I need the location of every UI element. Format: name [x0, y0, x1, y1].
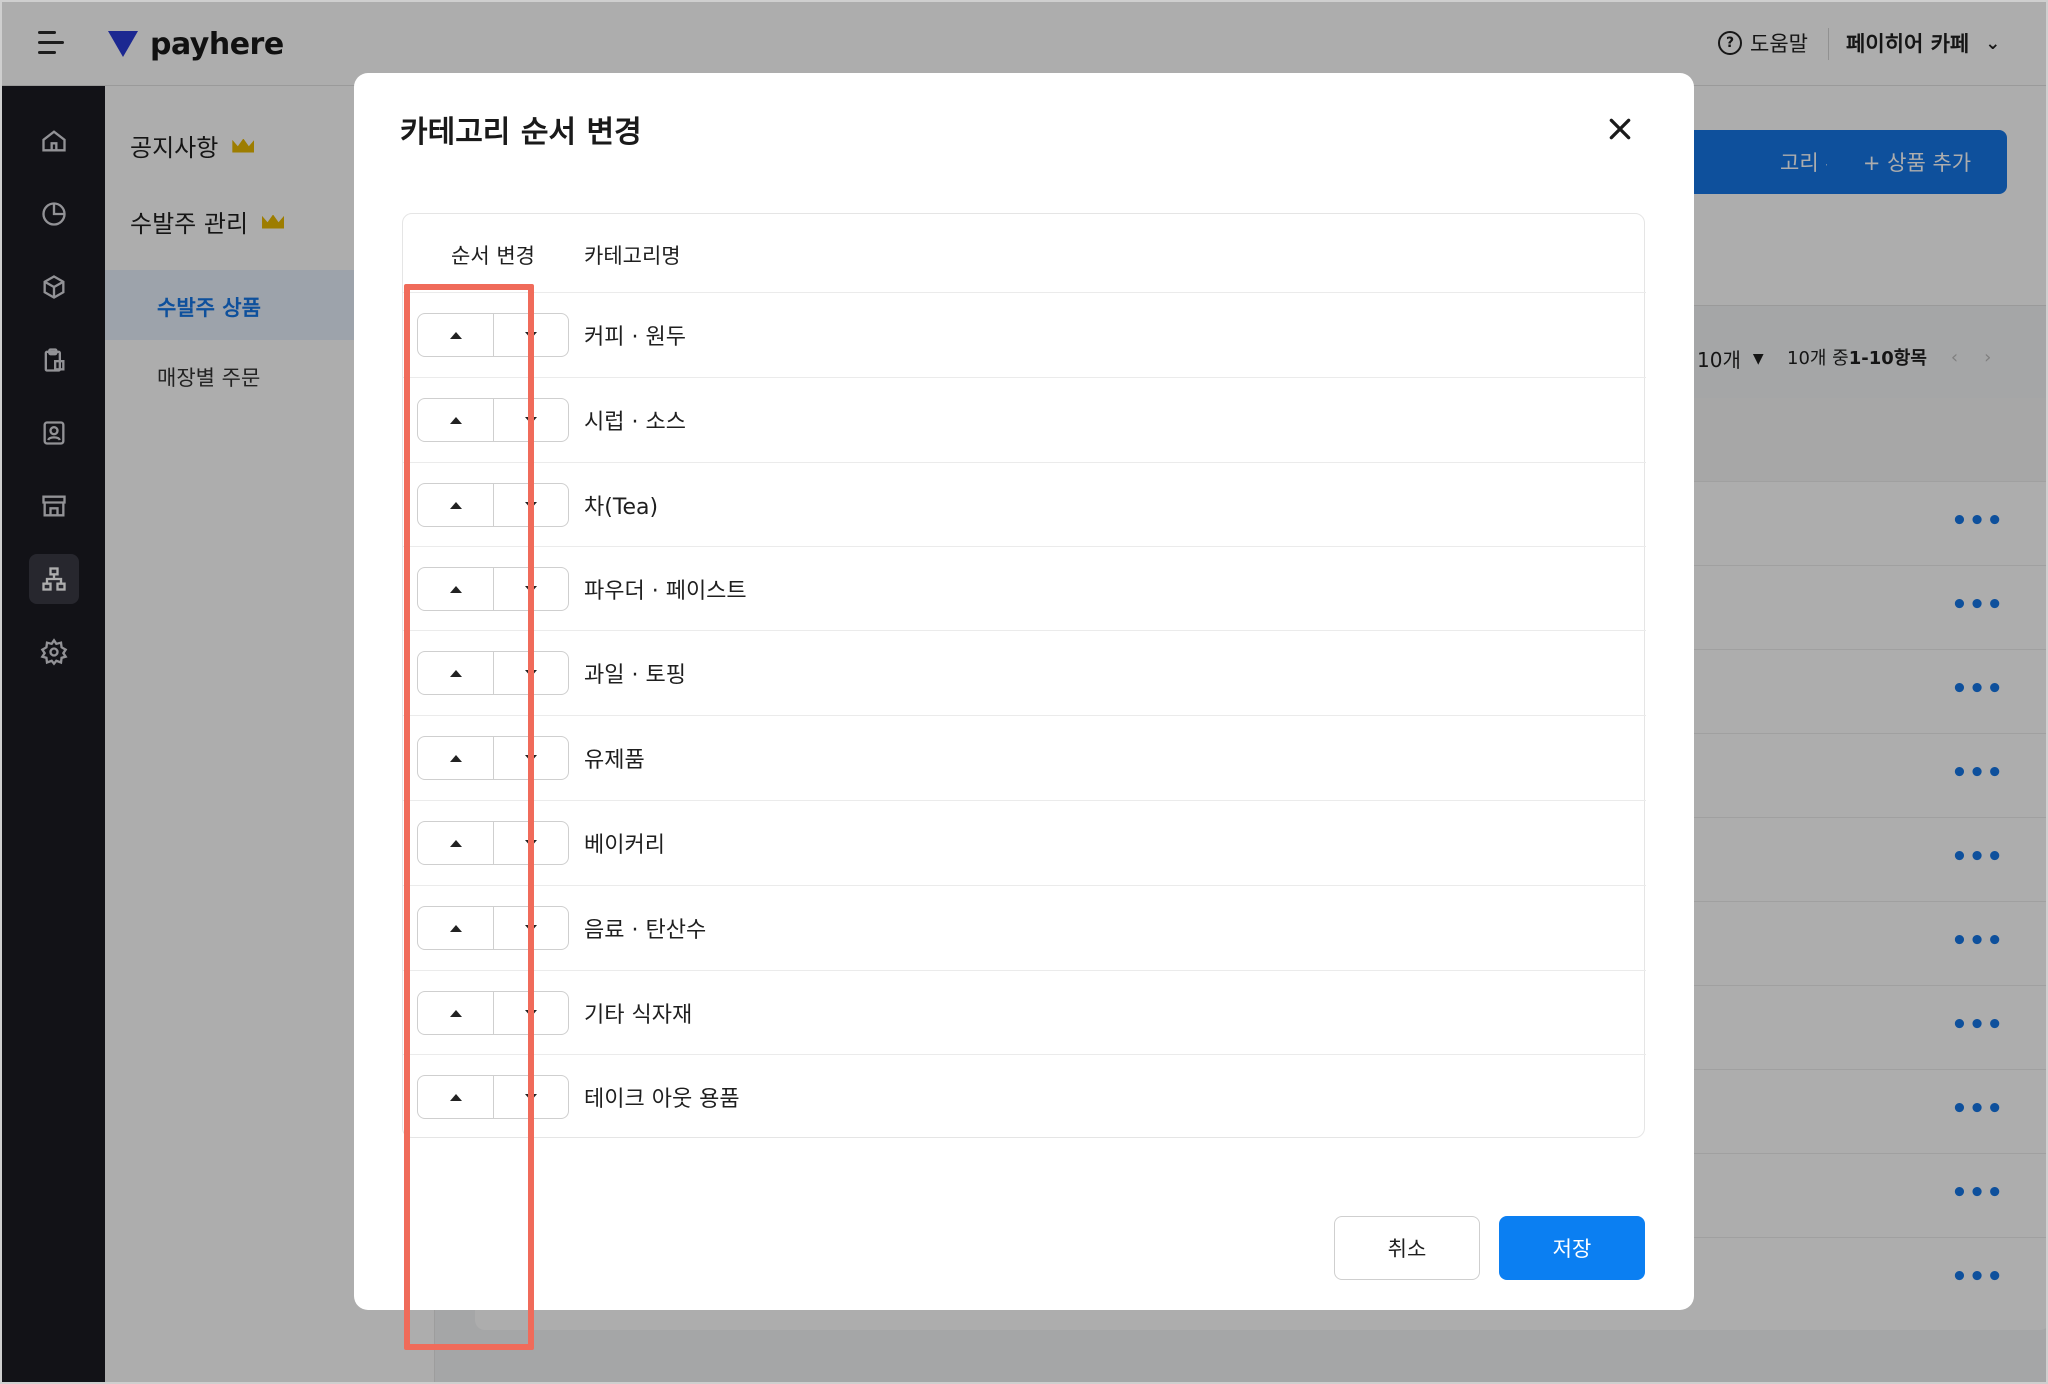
- category-name: 커피 · 원두: [584, 325, 686, 350]
- save-button[interactable]: 저장: [1499, 1216, 1645, 1280]
- category-row: 차(Tea): [403, 462, 1646, 546]
- category-row: 파우더 · 페이스트: [403, 546, 1646, 630]
- close-icon[interactable]: [1600, 109, 1640, 149]
- column-header-category-name: 카테고리명: [584, 244, 681, 268]
- category-row: 음료 · 탄산수: [403, 885, 1646, 969]
- category-name: 차(Tea): [584, 495, 659, 520]
- category-row: 테이크 아웃 용품: [403, 1054, 1646, 1138]
- category-name: 과일 · 토핑: [584, 663, 686, 688]
- category-row: 커피 · 원두: [403, 292, 1646, 376]
- modal-title: 카테고리 순서 변경: [400, 115, 642, 150]
- category-row: 기타 식자재: [403, 970, 1646, 1054]
- order-column-highlight: [404, 284, 534, 1350]
- list-header: 순서 변경 카테고리명: [403, 214, 1646, 292]
- category-row: 시럽 · 소스: [403, 377, 1646, 461]
- category-row: 베이커리: [403, 800, 1646, 884]
- category-name: 테이크 아웃 용품: [584, 1087, 740, 1112]
- category-name: 음료 · 탄산수: [584, 918, 707, 943]
- column-header-order: 순서 변경: [451, 244, 535, 268]
- reorder-categories-modal: 카테고리 순서 변경 순서 변경 카테고리명 커피 · 원두 시럽 · 소스 차…: [354, 73, 1694, 1350]
- category-name: 유제품: [584, 748, 645, 773]
- category-row: 과일 · 토핑: [403, 630, 1646, 714]
- category-name: 시럽 · 소스: [584, 410, 686, 435]
- category-row: 유제품: [403, 715, 1646, 799]
- cancel-button[interactable]: 취소: [1334, 1216, 1480, 1280]
- category-order-list: 순서 변경 카테고리명 커피 · 원두 시럽 · 소스 차(Tea) 파우더 ·…: [402, 213, 1646, 1138]
- category-name: 베이커리: [584, 833, 665, 858]
- category-name: 기타 식자재: [584, 1003, 693, 1028]
- category-name: 파우더 · 페이스트: [584, 579, 747, 604]
